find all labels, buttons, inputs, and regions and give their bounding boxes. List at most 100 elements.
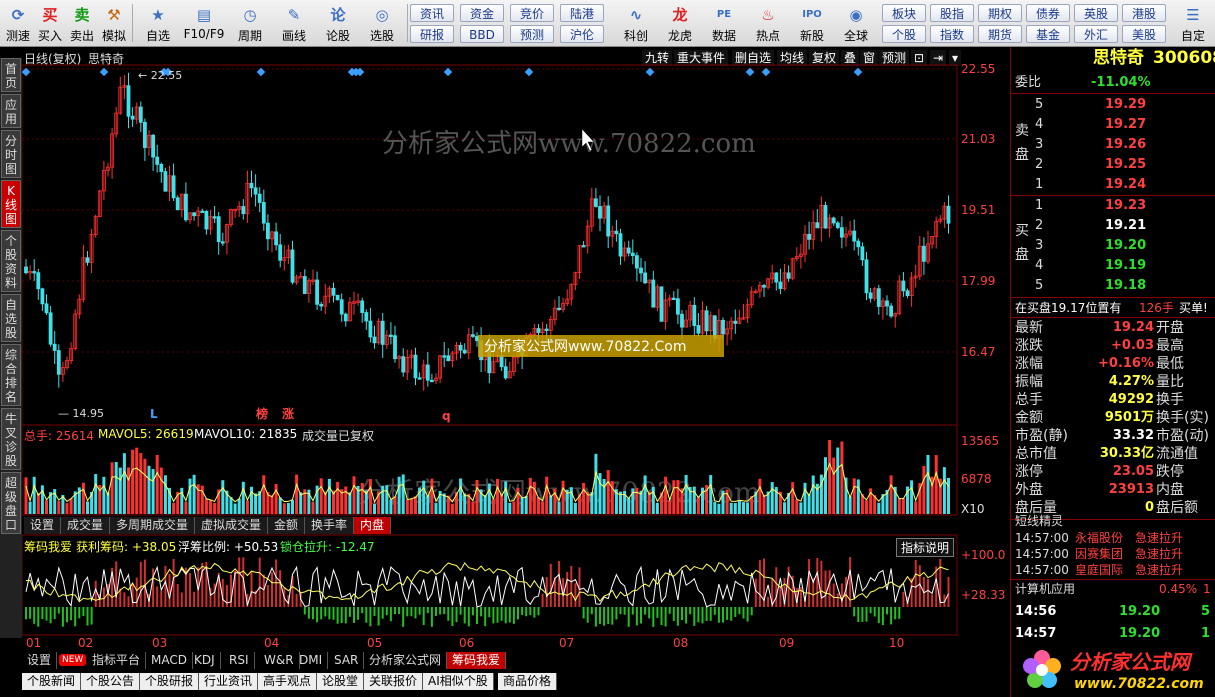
toolbar-market-button-1-1[interactable]: 指数 [930,25,974,43]
ask-row-5: 5 19.29 [1011,96,1215,114]
left-tab-3[interactable]: K线图 [1,180,21,228]
left-tab-5[interactable]: 自选股 [1,294,21,342]
toolbar-feature-button-5[interactable]: ◉ 全球 [834,2,878,45]
toolbar-extra-button-0[interactable]: ☰ 自定 [1176,2,1210,45]
toolbar-main-button-5[interactable]: ▤ F10/F9 [180,2,228,45]
volume-sub-tab-5[interactable]: 换手率 [305,517,355,534]
toolbar-grid-button-1-3[interactable]: 沪伦 [560,25,604,43]
volume-bar [426,495,430,514]
left-tab-6[interactable]: 综合排名 [1,344,21,406]
toolbar-grid-button-0-1[interactable]: 资金 [460,4,504,22]
toolbar-main-button-3[interactable]: ⚒ 模拟 [98,2,130,45]
toolbar-main-button-1[interactable]: 买买入 [34,2,66,45]
bottom-tab-6[interactable]: DMI [294,652,329,669]
left-tab-char: 分 [4,134,17,148]
toolbar-main-button-7[interactable]: ✎ 画线 [272,2,316,45]
toolbar-grid-button-0-2[interactable]: 竞价 [510,4,554,22]
toolbar-feature-button-3[interactable]: ♨ 热点 [746,2,790,45]
toolbar-market-button-0-3[interactable]: 债券 [1026,4,1070,22]
volume-sub-tab-0[interactable]: 设置 [24,517,62,534]
toolbar-grid-button-1-0[interactable]: 研报 [410,25,454,43]
stat-row-3: 振幅 4.27% 量比 [1011,373,1215,391]
volume-sub-tab-2[interactable]: 多周期成交量 [110,517,196,534]
news-tab-0[interactable]: 个股新闻 [22,673,82,690]
toolbar-feature-button-2[interactable]: PE 数据 [702,2,746,45]
bottom-tab-9[interactable]: 筹码我爱 [447,652,507,669]
volume-bar [573,502,577,514]
toolbar-market-button-1-4[interactable]: 外汇 [1074,25,1118,43]
toolbar-grid-button-0-0[interactable]: 资讯 [410,4,454,22]
toolbar-market-button-1-0[interactable]: 个股 [882,25,926,43]
indicator-bar-down [361,607,364,614]
left-tab-7[interactable]: 牛叉诊股 [1,408,21,470]
sprite-stock[interactable]: 皇庭国际 [1075,561,1123,579]
news-tab-5[interactable]: 论股堂 [317,673,365,690]
news-tab-1[interactable]: 个股公告 [81,673,141,690]
toolbar-main-icon-2: 卖 [74,6,90,24]
bottom-tab-7[interactable]: SAR [329,652,365,669]
indicator-bar-down [693,607,696,626]
toolbar-feature-button-4[interactable]: IPO 新股 [790,2,834,45]
indicator-bar-up [139,561,142,607]
indicator-bar-down [619,607,622,615]
toolbar-market-button-1-2[interactable]: 期货 [978,25,1022,43]
toolbar-market-button-0-5[interactable]: 港股 [1122,4,1166,22]
volume-sub-tab-1[interactable]: 成交量 [61,517,111,534]
volume-bar [832,457,836,514]
volume-sub-tab-6[interactable]: 内盘 [354,517,392,534]
indicator-bar-up [123,592,126,607]
indicator-explain-button[interactable]: 指标说明 [896,538,955,557]
news-tab-6[interactable]: 关联报价 [364,673,424,690]
toolbar-main-button-9[interactable]: ◎ 选股 [360,2,404,45]
toolbar-grid-button-1-2[interactable]: 预测 [510,25,554,43]
left-tab-8[interactable]: 超级盘口 [1,472,21,534]
bottom-tab-4[interactable]: RSI [224,652,255,669]
volume-bar [504,481,508,514]
indicator-bar-down [611,607,614,625]
volume-sub-tab-3[interactable]: 虚拟成交量 [195,517,269,534]
kline-chart-area[interactable]: 日线(复权) 思特奇 九转 重大事件 删自选 均线 复权叠窗预测 ⊡ ⇥ ▾ 22.55 21.… [22,47,1009,647]
news-tab-2[interactable]: 个股研报 [140,673,200,690]
bid-level: 2 [1035,218,1044,233]
bottom-tab-0[interactable]: 设置 [22,652,58,669]
bottom-tab-1[interactable]: 指标平台 [87,652,147,669]
bottom-tab-8[interactable]: 分析家公式网 [364,652,448,669]
candle-body [635,255,639,269]
news-tab-8[interactable]: 商品价格 [498,673,558,690]
toolbar-market-button-0-4[interactable]: 英股 [1074,4,1118,22]
left-tab-1[interactable]: 应用 [1,94,21,128]
indicator-bar-down [594,607,597,627]
indicator-bar-up [935,566,938,607]
candle-body [212,216,217,219]
left-tab-2[interactable]: 分时图 [1,130,21,178]
toolbar-market-button-0-1[interactable]: 股指 [930,4,974,22]
indicator-bar-down [369,607,372,627]
volume-sub-tab-4[interactable]: 金额 [268,517,306,534]
toolbar-grid-button-1-1[interactable]: BBD [460,25,504,43]
toolbar-extra-button-1[interactable]: ⋯更多 [1210,2,1215,45]
news-tab-4[interactable]: 高手观点 [258,673,318,690]
news-tab-7[interactable]: AI相似个股 [423,673,494,690]
toolbar-main-button-6[interactable]: ◷ 周期 [228,2,272,45]
toolbar-main-button-2[interactable]: 卖卖出 [66,2,98,45]
toolbar-market-button-1-5[interactable]: 美股 [1122,25,1166,43]
toolbar-main-button-4[interactable]: ★ 自选 [136,2,180,45]
candle-body [774,272,779,283]
toolbar-market-button-0-2[interactable]: 期权 [978,4,1022,22]
toolbar-feature-button-0[interactable]: ∿ 科创 [614,2,658,45]
volume-bar [508,502,512,514]
bottom-tab-2[interactable]: MACD [146,652,193,669]
left-tab-0[interactable]: 首页 [1,58,21,92]
news-tab-3[interactable]: 行业资讯 [199,673,259,690]
volume-bar [381,485,385,514]
sector-name[interactable]: 计算机应用 [1015,580,1075,598]
toolbar-grid-button-0-3[interactable]: 陆港 [560,4,604,22]
volume-bar [94,474,98,514]
toolbar-feature-button-1[interactable]: 龙龙虎 [658,2,702,45]
toolbar-market-button-0-0[interactable]: 板块 [882,4,926,22]
toolbar-main-button-8[interactable]: 论论股 [316,2,360,45]
toolbar-market-button-1-3[interactable]: 基金 [1026,25,1070,43]
left-tab-4[interactable]: 个股资料 [1,230,21,292]
bottom-tab-3[interactable]: KDJ [189,652,221,669]
toolbar-main-button-0[interactable]: ⟳ 测速 [2,2,34,45]
